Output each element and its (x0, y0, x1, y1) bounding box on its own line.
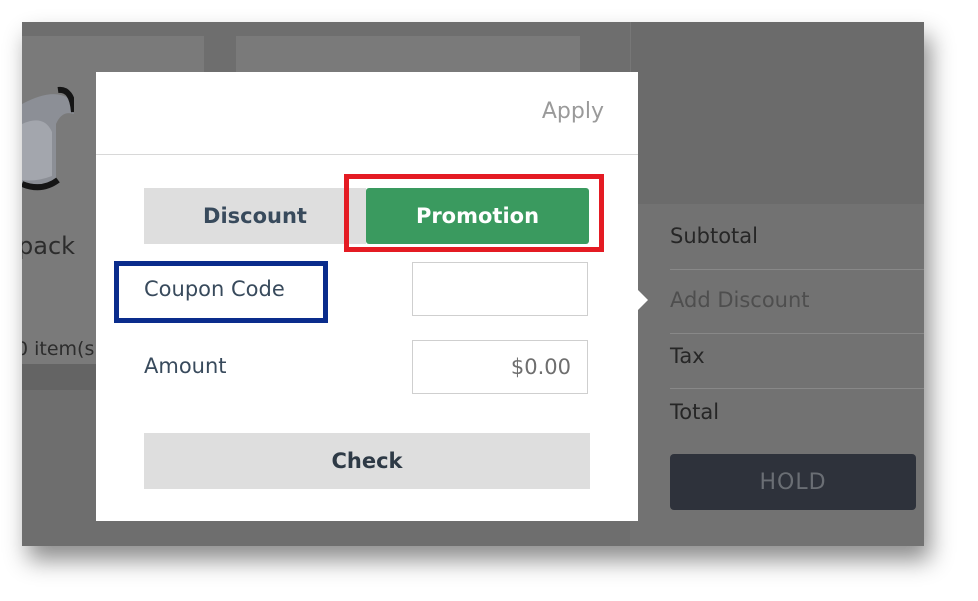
coupon-code-input[interactable] (412, 262, 588, 316)
product-count: 0 item(s (22, 338, 95, 360)
discount-modal: Apply Discount Promotion Coupon Code Amo… (96, 72, 638, 521)
total-label: Total (670, 400, 720, 424)
tax-label: Tax (670, 344, 924, 389)
subtotal-label: Subtotal (670, 224, 924, 270)
product-card[interactable] (236, 36, 580, 76)
apply-button[interactable]: Apply (542, 99, 604, 124)
product-name: pack (22, 232, 76, 260)
amount-input[interactable] (412, 340, 588, 394)
bag-icon (22, 86, 74, 191)
order-summary: Subtotal Add Discount Tax Total HOLD (630, 204, 924, 546)
cart-panel-top (630, 22, 924, 204)
app-window: pack 0 item(s Subtotal Add Discount Tax … (22, 22, 924, 546)
annotation-blue-box (114, 261, 328, 323)
modal-header: Apply (96, 72, 638, 155)
annotation-red-box (344, 174, 604, 252)
check-button[interactable]: Check (144, 433, 590, 489)
add-discount-link[interactable]: Add Discount (670, 288, 924, 334)
amount-label: Amount (144, 354, 227, 378)
popover-arrow (638, 290, 648, 310)
tab-discount[interactable]: Discount (144, 188, 366, 244)
hold-button[interactable]: HOLD (670, 454, 916, 510)
